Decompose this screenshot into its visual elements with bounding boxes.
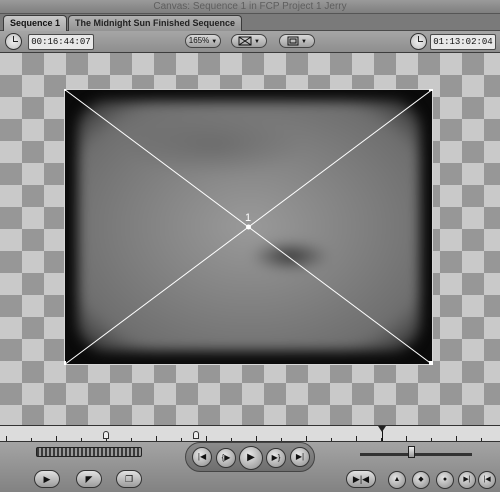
play-icon: ▶ bbox=[247, 452, 255, 463]
shuttle-knob[interactable] bbox=[408, 446, 415, 458]
replace-edit-button[interactable]: ❐ bbox=[116, 470, 142, 488]
tab-midnight-sun-finished-sequence[interactable]: The Midnight Sun Finished Sequence bbox=[68, 15, 243, 31]
wireframe-corner-handle[interactable] bbox=[64, 361, 66, 365]
add-keyframe-icon: ◆ bbox=[418, 476, 424, 483]
insert-edit-button[interactable]: ▶ bbox=[34, 470, 60, 488]
zoom-label: 165% bbox=[188, 36, 210, 45]
chevron-down-icon: ▼ bbox=[301, 39, 307, 45]
current-timecode-field[interactable]: 01:13:02:04 bbox=[430, 34, 496, 50]
play-in-out-icon: {▶ bbox=[221, 453, 231, 462]
chevron-down-icon: ▼ bbox=[254, 39, 260, 45]
mark-in-icon: ▶| bbox=[463, 476, 471, 483]
insert-edit-icon: ▶ bbox=[43, 474, 51, 484]
timecode-ruler bbox=[6, 426, 494, 441]
mark-clip-button[interactable]: ▲ bbox=[388, 471, 406, 489]
mark-out-icon: |◀ bbox=[483, 476, 491, 483]
overwrite-edit-button[interactable]: ◤ bbox=[76, 470, 102, 488]
previous-edit-button[interactable]: |◀ bbox=[192, 447, 212, 467]
view-mode-icon bbox=[238, 36, 252, 46]
next-edit-icon: ▶| bbox=[295, 452, 305, 461]
overlay-icon bbox=[287, 36, 299, 46]
wireframe-center-handle[interactable] bbox=[246, 224, 251, 230]
wireframe-corner-handle[interactable] bbox=[429, 361, 433, 365]
wireframe-track-label: 1 bbox=[245, 212, 251, 224]
tab-bar: Sequence 1 The Midnight Sun Finished Seq… bbox=[0, 14, 500, 31]
clock-icon bbox=[410, 33, 427, 50]
canvas-toolbar: 00:16:44:07 165% ▼ ▼ ▼ 01:13:02:04 bbox=[0, 31, 500, 53]
transport-controls: |◀ {▶ ▶ ▶} ▶| ▶ ◤ ❐ ▶|◀ ▲ ◆ ● ▶| |◀ bbox=[0, 442, 500, 492]
canvas-viewer[interactable]: 1 bbox=[0, 53, 500, 425]
add-marker-button[interactable]: ● bbox=[436, 471, 454, 489]
mark-clip-icon: ▲ bbox=[393, 476, 401, 483]
match-frame-button[interactable]: ▶|◀ bbox=[346, 470, 376, 488]
window-titlebar[interactable]: Canvas: Sequence 1 in FCP Project 1 Jerr… bbox=[0, 0, 500, 14]
chevron-down-icon: ▼ bbox=[211, 39, 218, 45]
wireframe-corner-handle[interactable] bbox=[429, 89, 433, 91]
duration-timecode-field[interactable]: 00:16:44:07 bbox=[28, 34, 94, 50]
wireframe-overlay: 1 bbox=[64, 89, 433, 365]
play-button[interactable]: ▶ bbox=[239, 446, 263, 470]
match-frame-icon: ▶|◀ bbox=[352, 474, 370, 484]
play-around-button[interactable]: ▶} bbox=[266, 448, 286, 468]
sequence-marker[interactable] bbox=[103, 431, 109, 439]
previous-edit-icon: |◀ bbox=[197, 452, 207, 461]
play-in-to-out-button[interactable]: {▶ bbox=[216, 448, 236, 468]
mark-out-button[interactable]: |◀ bbox=[478, 471, 496, 489]
video-frame[interactable]: 1 bbox=[64, 89, 433, 365]
tab-sequence-1[interactable]: Sequence 1 bbox=[3, 15, 68, 31]
add-marker-icon: ● bbox=[442, 476, 448, 483]
wireframe-corner-handle[interactable] bbox=[64, 89, 66, 91]
clock-icon bbox=[5, 33, 22, 50]
replace-edit-icon: ❐ bbox=[124, 474, 134, 484]
play-around-icon: ▶} bbox=[271, 453, 281, 462]
transport-well: |◀ {▶ ▶ ▶} ▶| bbox=[185, 442, 315, 472]
overlay-options-popup[interactable]: ▼ bbox=[279, 34, 315, 48]
add-keyframe-button[interactable]: ◆ bbox=[412, 471, 430, 489]
playhead[interactable] bbox=[378, 426, 386, 441]
next-edit-button[interactable]: ▶| bbox=[290, 447, 310, 467]
overwrite-edit-icon: ◤ bbox=[85, 474, 93, 484]
jog-control[interactable] bbox=[36, 447, 142, 457]
shuttle-control[interactable] bbox=[360, 446, 472, 458]
sequence-marker[interactable] bbox=[193, 431, 199, 439]
mark-in-button[interactable]: ▶| bbox=[458, 471, 476, 489]
zoom-popup[interactable]: 165% ▼ bbox=[185, 34, 221, 48]
view-options-popup[interactable]: ▼ bbox=[231, 34, 267, 48]
scrubber-bar[interactable] bbox=[0, 425, 500, 442]
window-title: Canvas: Sequence 1 in FCP Project 1 Jerr… bbox=[153, 1, 347, 12]
